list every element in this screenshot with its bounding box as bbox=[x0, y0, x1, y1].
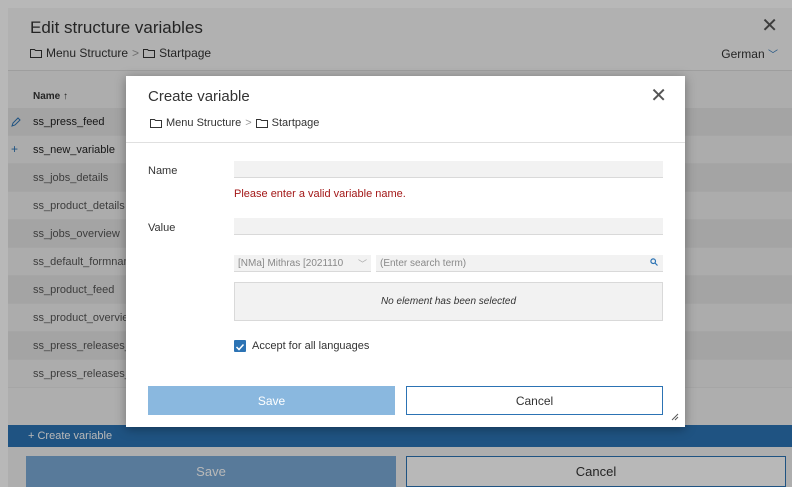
close-icon[interactable]: ✕ bbox=[650, 86, 667, 106]
name-input[interactable] bbox=[234, 161, 663, 178]
no-element-text: No element has been selected bbox=[380, 296, 517, 307]
error-message: Please enter a valid variable name. bbox=[234, 188, 406, 200]
folder-icon bbox=[255, 119, 268, 128]
chevron-down-icon: ﹀ bbox=[357, 259, 367, 269]
accept-all-label[interactable]: Accept for all languages bbox=[252, 340, 369, 352]
search-icon[interactable] bbox=[650, 258, 658, 266]
folder-icon bbox=[150, 119, 162, 128]
breadcrumb-item[interactable]: Menu Structure bbox=[166, 117, 241, 129]
breadcrumb-separator: > bbox=[245, 117, 252, 129]
cancel-button[interactable]: Cancel bbox=[406, 386, 663, 415]
no-element-box: No element has been selected bbox=[234, 282, 663, 321]
search-input[interactable]: (Enter search term) bbox=[376, 255, 663, 272]
breadcrumb: Menu Structure > Startpage bbox=[150, 117, 319, 129]
project-select-value: [NMa] Mithras [2021110 bbox=[238, 258, 344, 269]
search-placeholder: (Enter search term) bbox=[380, 258, 467, 269]
name-label: Name bbox=[148, 165, 178, 177]
resize-handle-icon[interactable] bbox=[671, 413, 679, 421]
modal-title: Create variable bbox=[148, 88, 250, 105]
value-label: Value bbox=[148, 222, 176, 234]
check-icon bbox=[235, 343, 245, 351]
save-button[interactable]: Save bbox=[148, 386, 395, 415]
value-input[interactable] bbox=[234, 218, 663, 235]
project-select[interactable]: [NMa] Mithras [2021110 ﹀ bbox=[234, 255, 371, 272]
divider bbox=[126, 142, 685, 143]
breadcrumb-item[interactable]: Startpage bbox=[272, 117, 320, 129]
accept-all-checkbox[interactable] bbox=[234, 340, 246, 352]
create-variable-modal: Create variable ✕ Menu Structure > Start… bbox=[126, 76, 685, 427]
